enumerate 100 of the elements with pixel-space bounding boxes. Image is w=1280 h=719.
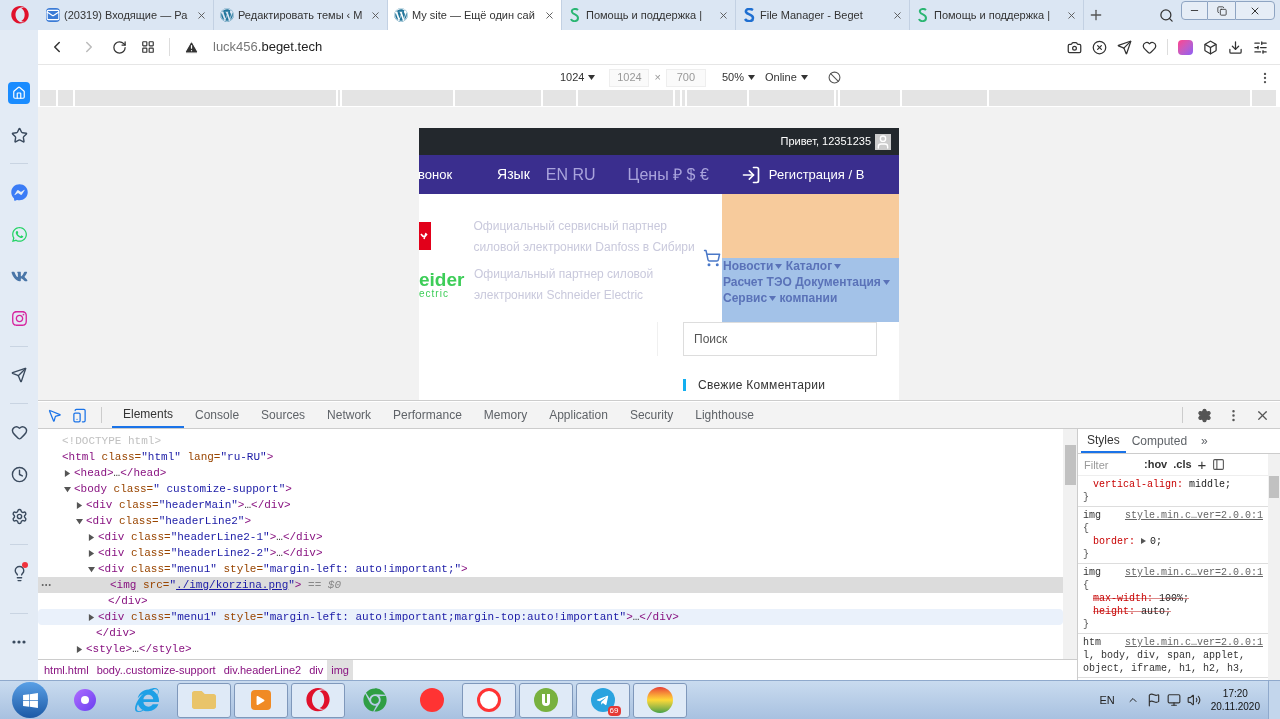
flag-icon[interactable] bbox=[1146, 693, 1161, 707]
heart-icon[interactable] bbox=[1142, 39, 1157, 55]
dom-row[interactable]: <img src="./img/korzina.png"> == $0 bbox=[38, 577, 1063, 593]
cart-icon[interactable] bbox=[703, 249, 721, 267]
dom-node-text[interactable]: <html class="html" lang="ru-RU"> bbox=[62, 448, 274, 466]
breadcrumb[interactable]: div bbox=[305, 660, 328, 680]
download-icon[interactable] bbox=[1228, 39, 1243, 55]
dom-node-text[interactable]: <div class="menu1" style="margin-left: auto!important;"> bbox=[98, 560, 468, 578]
inspect-icon[interactable] bbox=[47, 407, 62, 423]
close-icon[interactable] bbox=[370, 9, 381, 21]
close-icon[interactable] bbox=[544, 9, 555, 21]
taskbar-button[interactable] bbox=[461, 682, 516, 718]
collapsed-arrow-icon[interactable] bbox=[88, 613, 95, 621]
expanded-arrow-icon[interactable] bbox=[64, 485, 71, 493]
expanded-arrow-icon[interactable] bbox=[76, 517, 83, 525]
close-icon[interactable] bbox=[892, 9, 903, 21]
settings-icon[interactable] bbox=[1253, 39, 1268, 55]
devtools-tab[interactable]: Network bbox=[316, 402, 383, 428]
taskbar-button[interactable] bbox=[518, 682, 573, 718]
devtools-tab[interactable]: Console bbox=[184, 402, 251, 428]
address-field[interactable]: luck456.beget.tech bbox=[213, 37, 1053, 57]
dom-node-text[interactable]: <img src="./img/korzina.png"> == $0 bbox=[110, 576, 342, 594]
dom-row[interactable]: <div class="headerLine2"> bbox=[38, 513, 1063, 529]
css-declaration[interactable]: border: 0; bbox=[1093, 535, 1163, 548]
panel-tab[interactable]: Computed bbox=[1125, 429, 1194, 453]
nav-options[interactable]: EN RU bbox=[545, 162, 596, 187]
collapsed-arrow-icon[interactable] bbox=[64, 469, 71, 477]
devtools-tab[interactable]: Memory bbox=[472, 402, 539, 428]
device-dropdown[interactable]: 1024 bbox=[560, 69, 596, 86]
css-declaration[interactable]: height: auto; bbox=[1093, 605, 1172, 618]
dom-node-text[interactable]: <div class="headerLine2"> bbox=[86, 512, 252, 530]
breadcrumb[interactable]: div.headerLine2 bbox=[219, 660, 306, 680]
browser-tab[interactable]: My site — Ещё один сай bbox=[388, 0, 562, 30]
source-link[interactable]: style.min.c…ver=2.0.0:1 bbox=[1124, 509, 1263, 522]
grid-icon[interactable] bbox=[141, 40, 155, 54]
dom-node-text[interactable]: <style>…</style> bbox=[86, 640, 192, 658]
dom-node-text[interactable]: <body class=" customize-support"> bbox=[74, 480, 292, 498]
source-link[interactable]: style.min.c…ver=2.0.0:1 bbox=[1124, 636, 1263, 649]
dom-row[interactable]: <div class="menu1" style="margin-left: auto!important;margin-top:auto!important">…</div> bbox=[38, 609, 1063, 625]
css-declaration[interactable]: max-width: 100%; bbox=[1093, 592, 1190, 605]
language-indicator[interactable]: EN bbox=[1099, 691, 1115, 709]
warning-icon[interactable] bbox=[184, 39, 199, 55]
search-field[interactable]: Поиск bbox=[683, 322, 877, 356]
new-tab-icon[interactable] bbox=[1088, 7, 1104, 23]
more-tabs-button[interactable]: » bbox=[1193, 429, 1216, 453]
dom-row[interactable]: <div class="menu1" style="margin-left: auto!important;"> bbox=[38, 561, 1063, 577]
collapsed-arrow-icon[interactable] bbox=[76, 645, 83, 653]
devtools-tab[interactable]: Application bbox=[538, 402, 619, 428]
dom-node-text[interactable]: <div class="headerLine2-1">…</div> bbox=[98, 528, 323, 546]
dom-row[interactable]: <div class="headerLine2-1">…</div> bbox=[38, 529, 1063, 545]
extension-icon[interactable] bbox=[1178, 39, 1193, 55]
devtools-tab[interactable]: Sources bbox=[250, 402, 317, 428]
devtools-tab[interactable]: Security bbox=[618, 402, 685, 428]
close-icon[interactable] bbox=[1066, 9, 1077, 21]
expand-arrow-icon[interactable] bbox=[1141, 538, 1148, 545]
dom-row[interactable]: <head>…</head> bbox=[38, 465, 1063, 481]
dom-node-text[interactable]: <div class="headerLine2-2">…</div> bbox=[98, 544, 323, 562]
zoom-dropdown[interactable]: 50% bbox=[721, 69, 755, 86]
dom-row[interactable]: <style>…</style> bbox=[38, 641, 1063, 657]
nav-options[interactable]: Цены ₽ $ € bbox=[627, 162, 709, 187]
dom-row[interactable]: <div class="headerLine2-2">…</div> bbox=[38, 545, 1063, 561]
blocker-icon[interactable] bbox=[1092, 39, 1107, 55]
dom-node-text[interactable]: <div class="menu1" style="margin-left: auto!important;margin-top:auto!important">…</div> bbox=[98, 608, 679, 626]
sidebar-button[interactable] bbox=[8, 181, 30, 203]
source-link[interactable]: style.min.c…ver=2.0.0:1 bbox=[1124, 566, 1263, 579]
send-icon[interactable] bbox=[1117, 39, 1132, 55]
dom-node-text[interactable]: </div> bbox=[96, 624, 136, 642]
settings-icon[interactable] bbox=[1197, 407, 1212, 423]
reload-icon[interactable] bbox=[112, 39, 127, 55]
nav-link[interactable]: вонок bbox=[419, 164, 453, 185]
start-button[interactable] bbox=[12, 682, 48, 718]
cls-button[interactable]: .cls bbox=[1173, 456, 1192, 473]
register-link[interactable]: Регистрация / В bbox=[768, 164, 865, 185]
devtools-tab[interactable]: Lighthouse bbox=[684, 402, 765, 428]
clock[interactable]: 17:20 20.11.2020 bbox=[1210, 687, 1260, 713]
panel-tab[interactable]: Styles bbox=[1081, 429, 1126, 453]
login-icon[interactable] bbox=[740, 164, 761, 185]
breadcrumb[interactable]: img bbox=[327, 660, 353, 680]
network-icon[interactable] bbox=[1166, 693, 1181, 707]
devtools-tab[interactable]: Performance bbox=[382, 402, 473, 428]
collapsed-arrow-icon[interactable] bbox=[88, 533, 95, 541]
device-toggle-icon[interactable] bbox=[72, 407, 87, 423]
close-icon[interactable] bbox=[718, 9, 729, 21]
taskbar-button[interactable] bbox=[290, 682, 345, 718]
close-icon[interactable] bbox=[196, 9, 207, 21]
volume-icon[interactable] bbox=[1186, 693, 1201, 707]
css-declaration[interactable]: vertical-align: middle; bbox=[1093, 478, 1232, 491]
throttling-dropdown[interactable]: Online bbox=[764, 69, 808, 86]
add-rule-button[interactable]: + bbox=[1197, 457, 1207, 472]
dom-row[interactable]: <div class="headerMain">…</div> bbox=[38, 497, 1063, 513]
breadcrumb[interactable]: body..customize-support bbox=[92, 660, 220, 680]
expanded-arrow-icon[interactable] bbox=[88, 565, 95, 573]
dom-row[interactable]: <body class=" customize-support"> bbox=[38, 481, 1063, 497]
collapsed-arrow-icon[interactable] bbox=[88, 549, 95, 557]
maximize-button[interactable] bbox=[1208, 1, 1235, 20]
sidebar-toggle-icon[interactable] bbox=[1212, 458, 1226, 471]
cube-icon[interactable] bbox=[1203, 39, 1218, 55]
hov-button[interactable]: :hov bbox=[1144, 456, 1168, 473]
collapsed-arrow-icon[interactable] bbox=[76, 501, 83, 509]
dom-node-text[interactable]: <head>…</head> bbox=[74, 464, 167, 482]
